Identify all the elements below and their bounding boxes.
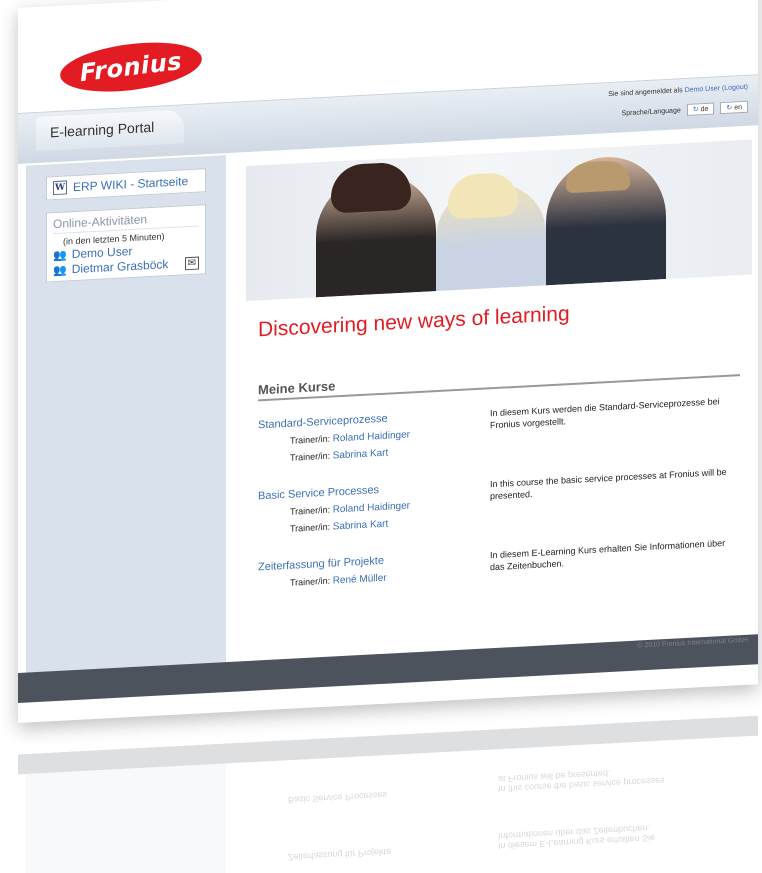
user-area: Sie sind angemeldet als Demo User (Logou… bbox=[608, 84, 748, 120]
reflection-course-link: Basic Service Processes bbox=[288, 790, 388, 806]
reflection-sidebar bbox=[26, 763, 226, 873]
lang-de-label: de bbox=[700, 105, 709, 114]
course-info: Standard-Serviceprozesse Trainer/in: Rol… bbox=[258, 407, 490, 468]
screenshot-stage: Fronius E-learning Portal Sie sind angem… bbox=[0, 0, 762, 873]
language-switch: Sprache/Language ↻ de ↻ en bbox=[608, 100, 748, 120]
language-label: Sprache/Language bbox=[621, 107, 681, 118]
erp-wiki-link[interactable]: ERP WIKI - Startseite bbox=[73, 174, 188, 194]
users-icon: 👥 bbox=[53, 263, 67, 277]
page-headline: Discovering new ways of learning bbox=[258, 302, 570, 342]
users-icon: 👥 bbox=[53, 248, 67, 262]
reflection-course-description: In diesem E-Learning Kurs erhalten Sie I… bbox=[498, 823, 656, 852]
logged-in-user-link[interactable]: Demo User bbox=[685, 85, 720, 94]
login-prefix: Sie sind angemeldet als bbox=[608, 87, 683, 99]
left-sidebar: W ERP WIKI - Startseite Online-Aktivität… bbox=[26, 155, 226, 686]
my-courses-section: Meine Kurse Standard-Serviceprozesse Tra… bbox=[258, 357, 740, 593]
hero-person-hair bbox=[448, 171, 518, 220]
lang-de-button[interactable]: ↻ de bbox=[686, 102, 715, 116]
page-reflection: Zeiterfassung für Projekte In diesem E-L… bbox=[18, 715, 758, 873]
trainer-link[interactable]: Sabrina Kart bbox=[333, 519, 389, 533]
wiki-link-row[interactable]: W ERP WIKI - Startseite bbox=[53, 174, 199, 196]
refresh-icon: ↻ bbox=[692, 106, 699, 114]
trainer-link[interactable]: René Müller bbox=[333, 573, 387, 587]
logo-text: Fronius bbox=[79, 46, 183, 88]
trainer-label: Trainer/in: bbox=[290, 504, 331, 517]
course-description: In diesem Kurs werden die Standard-Servi… bbox=[490, 396, 720, 431]
login-status: Sie sind angemeldet als Demo User (Logou… bbox=[608, 84, 748, 98]
wiki-box: W ERP WIKI - Startseite bbox=[46, 168, 206, 201]
reflection-course-link: Zeiterfassung für Projekte bbox=[288, 846, 392, 863]
reflection-course-description: In this course the basic service process… bbox=[498, 768, 665, 795]
online-activities-box: Online-Aktivitäten (in den letzten 5 Min… bbox=[46, 204, 206, 283]
trainer-label: Trainer/in: bbox=[290, 575, 331, 588]
refresh-icon: ↻ bbox=[726, 104, 733, 112]
course-item: Standard-Serviceprozesse Trainer/in: Rol… bbox=[258, 394, 740, 468]
trainer-link[interactable]: Roland Haidinger bbox=[333, 429, 410, 444]
hero-person-hair bbox=[331, 161, 411, 214]
main-content: Discovering new ways of learning Meine K… bbox=[240, 127, 758, 675]
tab-elearning-portal[interactable]: E-learning Portal bbox=[36, 109, 185, 152]
hero-person-hair bbox=[566, 159, 630, 194]
lang-en-button[interactable]: ↻ en bbox=[720, 100, 748, 115]
tab-label: E-learning Portal bbox=[50, 118, 155, 141]
trainer-link[interactable]: Sabrina Kart bbox=[333, 448, 389, 462]
section-title: Meine Kurse bbox=[258, 357, 740, 402]
hero-image bbox=[246, 139, 752, 302]
course-item: Basic Service Processes Trainer/in: Rola… bbox=[258, 465, 740, 539]
trainer-link[interactable]: Roland Haidinger bbox=[333, 500, 410, 515]
logout-link[interactable]: (Logout) bbox=[722, 84, 748, 92]
course-info: Zeiterfassung für Projekte Trainer/in: R… bbox=[258, 549, 490, 593]
course-description: In this course the basic service process… bbox=[490, 466, 727, 502]
browser-page: Fronius E-learning Portal Sie sind angem… bbox=[18, 0, 758, 723]
wiki-icon: W bbox=[53, 180, 67, 196]
course-item: Zeiterfassung für Projekte Trainer/in: R… bbox=[258, 536, 740, 593]
course-description: In diesem E-Learning Kurs erhalten Sie I… bbox=[490, 537, 726, 573]
trainer-label: Trainer/in: bbox=[290, 433, 331, 446]
message-icon[interactable]: ✉ bbox=[184, 256, 199, 270]
trainer-label: Trainer/in: bbox=[290, 521, 331, 534]
course-info: Basic Service Processes Trainer/in: Rola… bbox=[258, 478, 490, 539]
lang-en-label: en bbox=[734, 104, 742, 112]
trainer-label: Trainer/in: bbox=[290, 450, 331, 463]
fronius-logo[interactable]: Fronius bbox=[58, 35, 204, 99]
